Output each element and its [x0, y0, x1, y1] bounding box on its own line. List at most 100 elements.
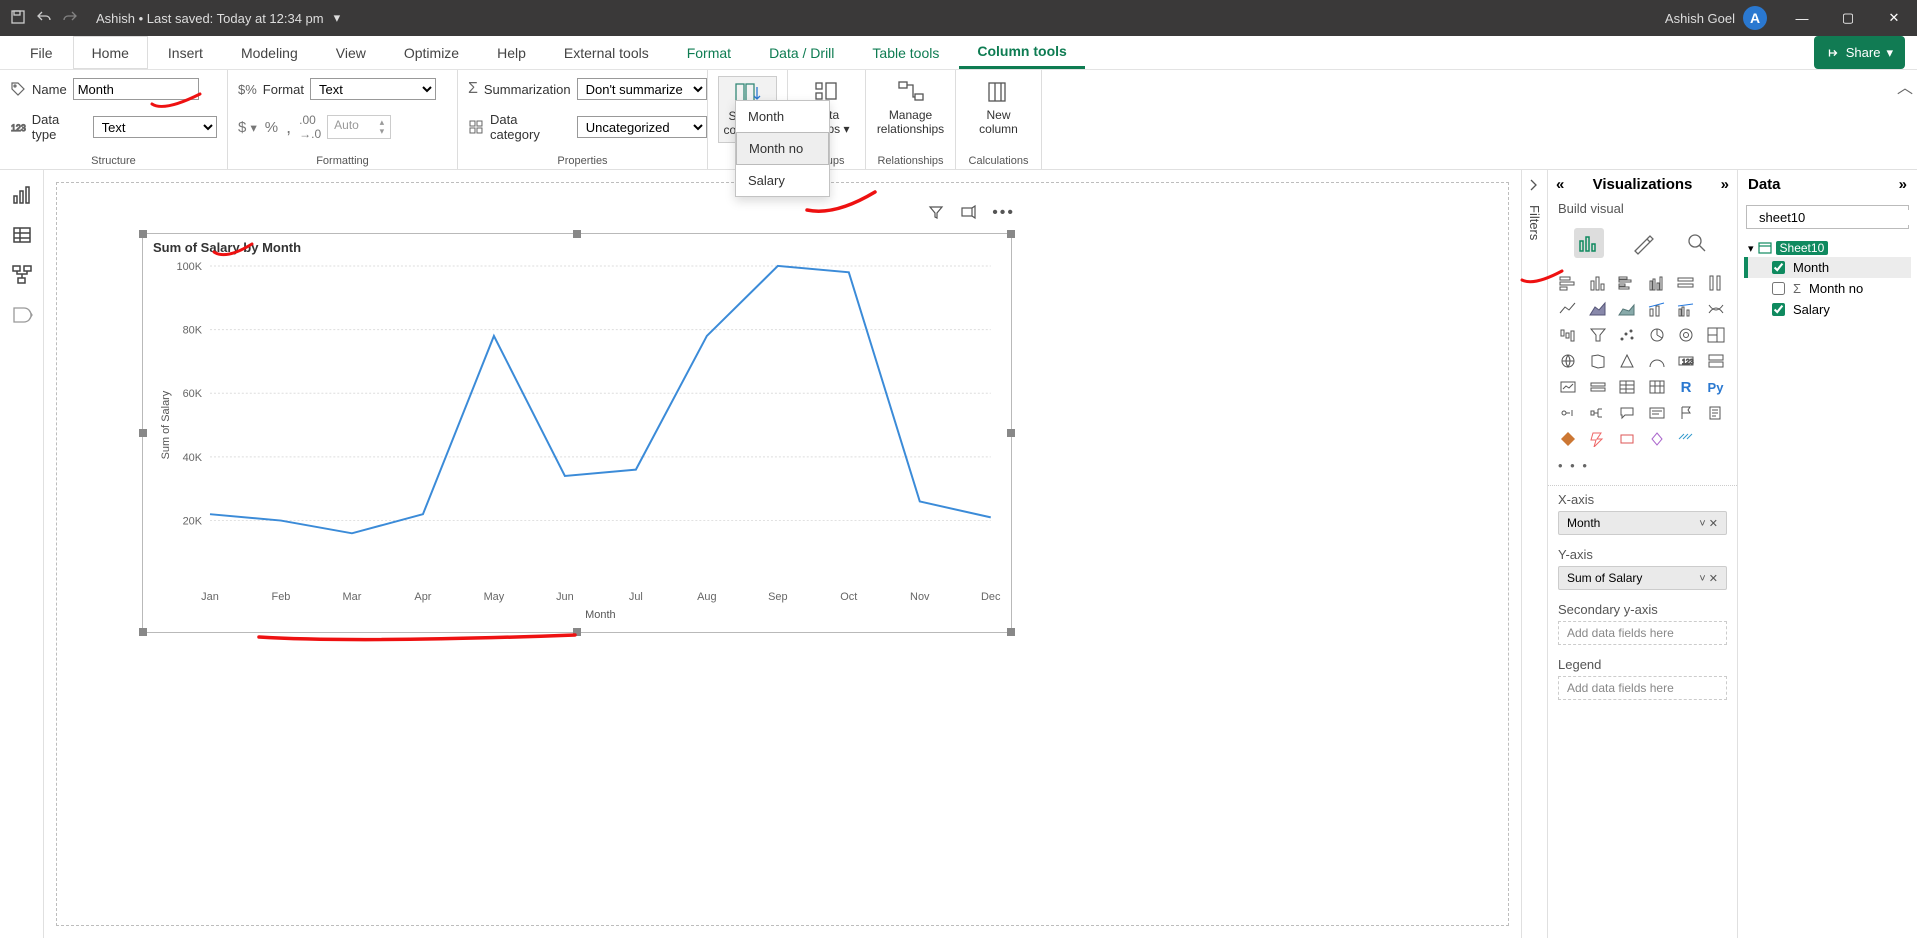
viz-slicer-icon[interactable]: [1586, 376, 1610, 398]
viz-map-icon[interactable]: [1556, 350, 1580, 372]
report-canvas[interactable]: ••• Sum of Salary by Month 20K40K60K80K1…: [44, 170, 1521, 938]
dax-view-icon[interactable]: [11, 304, 33, 326]
viz-qa-icon[interactable]: [1615, 402, 1639, 424]
datatype-select[interactable]: Text: [93, 116, 217, 138]
viz-stacked-column-icon[interactable]: [1586, 272, 1610, 294]
visual-filter-icon[interactable]: [928, 204, 944, 225]
tab-optimize[interactable]: Optimize: [386, 36, 477, 69]
viz-100-column-icon[interactable]: [1704, 272, 1728, 294]
viz-line-stacked-icon[interactable]: [1645, 298, 1669, 320]
viz-100-bar-icon[interactable]: [1674, 272, 1698, 294]
well-y2-placeholder[interactable]: Add data fields here: [1558, 621, 1727, 645]
filters-pane-collapsed[interactable]: Filters: [1521, 170, 1547, 938]
viz-card-new-icon[interactable]: [1615, 428, 1639, 450]
data-category-select[interactable]: Uncategorized: [577, 116, 707, 138]
viz-decomposition-icon[interactable]: [1586, 402, 1610, 424]
search-input[interactable]: [1759, 210, 1917, 225]
field-month-no[interactable]: Σ Month no: [1744, 278, 1911, 299]
tab-help[interactable]: Help: [479, 36, 544, 69]
sort-option-month[interactable]: Month: [736, 101, 829, 132]
model-view-icon[interactable]: [11, 264, 33, 286]
save-icon[interactable]: [10, 9, 26, 28]
viz-multirow-card-icon[interactable]: [1704, 350, 1728, 372]
well-y-pill[interactable]: Sum of Salary˅ ✕: [1558, 566, 1727, 590]
format-visual-tab[interactable]: [1628, 228, 1658, 258]
undo-icon[interactable]: [36, 9, 52, 28]
more-options-icon[interactable]: •••: [992, 204, 1015, 225]
well-x-pill[interactable]: Month˅ ✕: [1558, 511, 1727, 535]
viz-clustered-column-icon[interactable]: [1645, 272, 1669, 294]
field-salary-checkbox[interactable]: [1772, 303, 1785, 316]
expand-filters-icon[interactable]: [1528, 178, 1542, 197]
collapse-viz-icon[interactable]: «: [1556, 176, 1564, 193]
viz-r-icon[interactable]: R: [1674, 376, 1698, 398]
expand-data-icon[interactable]: »: [1899, 176, 1907, 193]
table-view-icon[interactable]: [11, 224, 33, 246]
name-input[interactable]: [73, 78, 199, 100]
viz-scatter-icon[interactable]: [1615, 324, 1639, 346]
viz-stacked-area-icon[interactable]: [1615, 298, 1639, 320]
viz-paginated-icon[interactable]: [1704, 402, 1728, 424]
tab-modeling[interactable]: Modeling: [223, 36, 316, 69]
tab-table-tools[interactable]: Table tools: [854, 36, 957, 69]
maximize-button[interactable]: ▢: [1825, 0, 1871, 36]
manage-relationships-button[interactable]: Managerelationships: [875, 76, 946, 141]
viz-powerapps-icon[interactable]: [1556, 428, 1580, 450]
table-node[interactable]: ▾ Sheet10: [1744, 239, 1911, 257]
viz-pie-icon[interactable]: [1645, 324, 1669, 346]
viz-line-icon[interactable]: [1556, 298, 1580, 320]
tab-home[interactable]: Home: [73, 36, 148, 69]
field-search[interactable]: ✕: [1746, 205, 1909, 229]
field-month-checkbox[interactable]: [1772, 261, 1785, 274]
new-column-button[interactable]: Newcolumn: [966, 76, 1031, 141]
tab-column-tools[interactable]: Column tools: [959, 36, 1084, 69]
viz-matrix-icon[interactable]: [1645, 376, 1669, 398]
report-view-icon[interactable]: [11, 184, 33, 206]
viz-python-icon[interactable]: Py: [1704, 376, 1728, 398]
sort-option-salary[interactable]: Salary: [736, 165, 829, 196]
close-button[interactable]: ✕: [1871, 0, 1917, 36]
tab-data-drill[interactable]: Data / Drill: [751, 36, 852, 69]
percent-icon[interactable]: %: [265, 119, 278, 136]
comma-icon[interactable]: ,: [286, 117, 291, 138]
summarization-select[interactable]: Don't summarize: [577, 78, 707, 100]
tab-external-tools[interactable]: External tools: [546, 36, 667, 69]
viz-waterfall-icon[interactable]: [1556, 324, 1580, 346]
line-chart-visual[interactable]: ••• Sum of Salary by Month 20K40K60K80K1…: [142, 233, 1012, 633]
viz-automate-icon[interactable]: [1586, 428, 1610, 450]
build-visual-tab[interactable]: [1574, 228, 1604, 258]
viz-treemap-icon[interactable]: [1704, 324, 1728, 346]
avatar[interactable]: A: [1743, 6, 1767, 30]
viz-filled-map-icon[interactable]: [1586, 350, 1610, 372]
tab-view[interactable]: View: [318, 36, 384, 69]
minimize-button[interactable]: —: [1779, 0, 1825, 36]
viz-ribbon-icon[interactable]: [1704, 298, 1728, 320]
viz-goals-icon[interactable]: [1674, 402, 1698, 424]
doc-title-caret-icon[interactable]: ▾: [334, 10, 341, 26]
viz-azure-map-icon[interactable]: [1615, 350, 1639, 372]
viz-card-icon[interactable]: 123: [1674, 350, 1698, 372]
viz-table-icon[interactable]: [1615, 376, 1639, 398]
expand-viz-icon[interactable]: »: [1721, 176, 1729, 193]
viz-funnel-icon[interactable]: [1586, 324, 1610, 346]
analytics-tab[interactable]: [1682, 228, 1712, 258]
field-salary[interactable]: Salary: [1744, 299, 1911, 320]
redo-icon[interactable]: [62, 9, 78, 28]
viz-area-icon[interactable]: [1586, 298, 1610, 320]
currency-icon[interactable]: $ ▾: [238, 119, 257, 136]
collapse-ribbon-icon[interactable]: ︿: [1897, 74, 1913, 98]
field-month-no-checkbox[interactable]: [1772, 282, 1785, 295]
viz-stacked-bar-icon[interactable]: [1556, 272, 1580, 294]
viz-more-button[interactable]: • • •: [1548, 454, 1737, 477]
share-button[interactable]: Share ▾: [1814, 36, 1905, 69]
viz-more2-icon[interactable]: [1674, 428, 1698, 450]
viz-line-clustered-icon[interactable]: [1674, 298, 1698, 320]
tab-file[interactable]: File: [12, 36, 71, 69]
focus-mode-icon[interactable]: [960, 204, 976, 225]
field-month[interactable]: Month: [1744, 257, 1911, 278]
viz-donut-icon[interactable]: [1674, 324, 1698, 346]
viz-gauge-icon[interactable]: [1645, 350, 1669, 372]
tab-insert[interactable]: Insert: [150, 36, 221, 69]
sort-option-month-no[interactable]: Month no: [736, 132, 829, 165]
viz-kpi-icon[interactable]: [1556, 376, 1580, 398]
